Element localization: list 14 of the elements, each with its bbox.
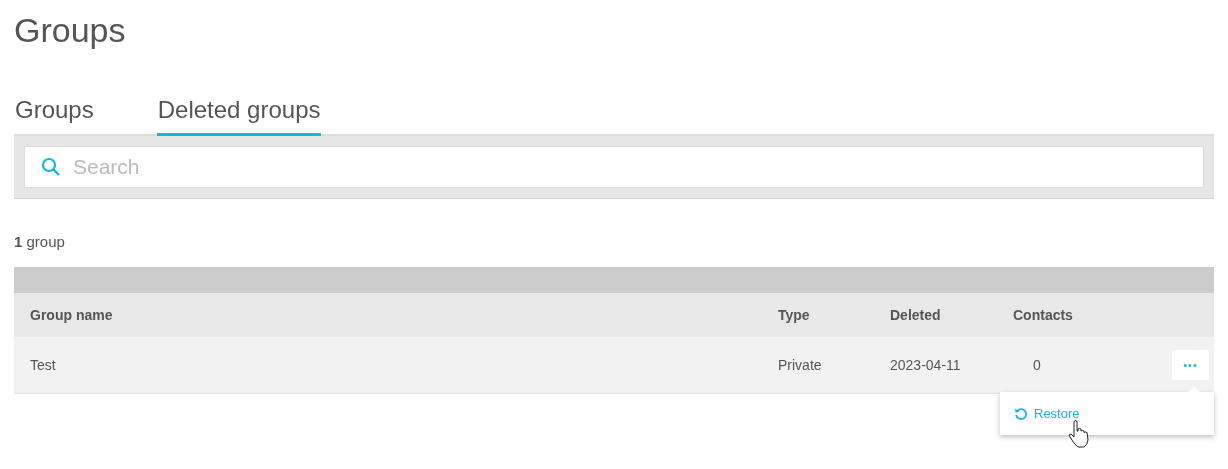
column-header: Deleted	[889, 307, 942, 323]
column-header: Type	[777, 307, 811, 323]
page-title: Groups	[14, 10, 127, 51]
table-cell-text: 2023-04-11	[889, 357, 962, 373]
undo-icon	[1014, 406, 1028, 421]
column-header: Contacts	[1012, 307, 1074, 323]
table-cell-text: Test	[29, 357, 57, 373]
tab[interactable]: Groups	[14, 94, 95, 136]
table-cell-text: Private	[777, 357, 823, 373]
result-count: 1 group	[14, 233, 66, 250]
table-cell-text: 0	[1032, 357, 1042, 373]
search-icon	[41, 157, 61, 177]
column-header: Group name	[29, 307, 114, 323]
search-field[interactable]: Search	[24, 146, 1204, 188]
